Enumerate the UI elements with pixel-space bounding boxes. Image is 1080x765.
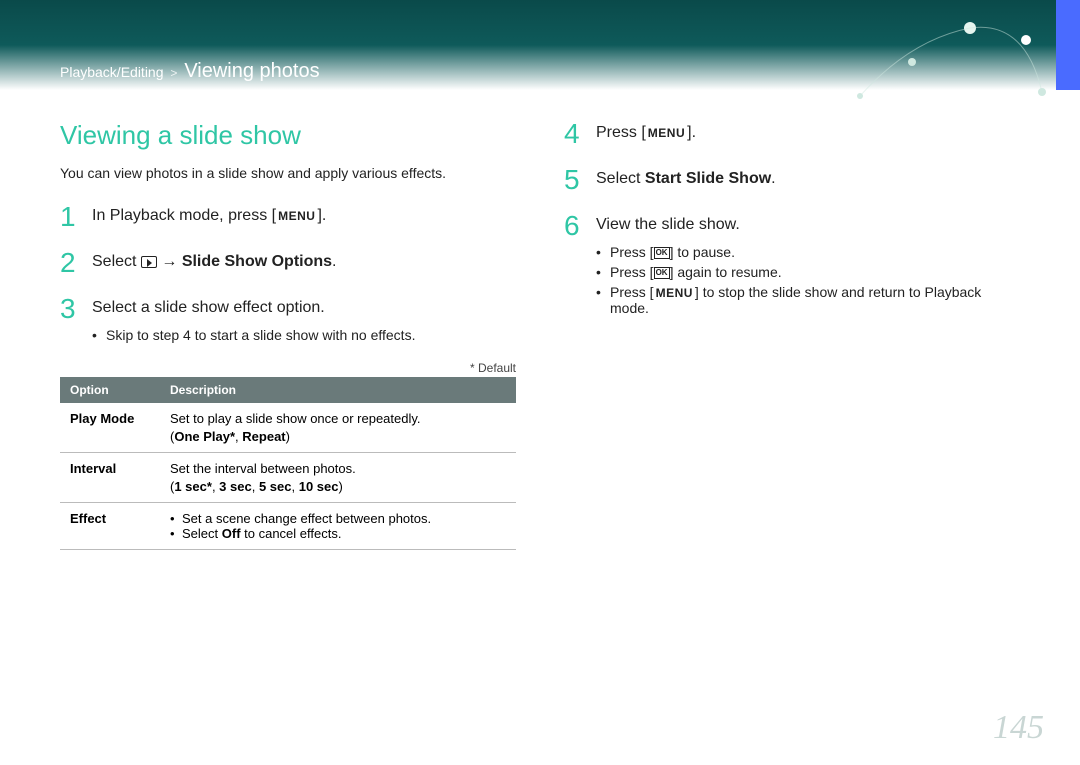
breadcrumb-section: Playback/Editing <box>60 64 164 80</box>
step-number: 1 <box>60 203 78 231</box>
step-body: Select Start Slide Show. <box>596 166 1020 188</box>
step-body: View the slide show. Press [OK] to pause… <box>596 212 1020 316</box>
step-6: 6 View the slide show. Press [OK] to pau… <box>564 212 1020 316</box>
table-header-description: Description <box>160 377 516 403</box>
right-column: 4 Press [MENU]. 5 Select Start Slide Sho… <box>564 120 1020 550</box>
intro-text: You can view photos in a slide show and … <box>60 165 516 181</box>
step-number: 2 <box>60 249 78 277</box>
options-table: Option Description Play Mode Set to play… <box>60 377 516 550</box>
table-row: Effect Set a scene change effect between… <box>60 503 516 550</box>
left-column: Viewing a slide show You can view photos… <box>60 120 516 550</box>
table-header-option: Option <box>60 377 160 403</box>
table-row: Interval Set the interval between photos… <box>60 453 516 503</box>
step-number: 5 <box>564 166 582 194</box>
breadcrumb-title: Viewing photos <box>184 60 319 82</box>
page-number: 145 <box>993 709 1044 747</box>
step-4: 4 Press [MENU]. <box>564 120 1020 148</box>
table-row: Play Mode Set to play a slide show once … <box>60 403 516 453</box>
step-3: 3 Select a slide show effect option. Ski… <box>60 295 516 343</box>
step-body: Press [MENU]. <box>596 120 1020 142</box>
step-body: Select → Slide Show Options. <box>92 249 516 271</box>
section-heading: Viewing a slide show <box>60 120 516 151</box>
step-body: In Playback mode, press [MENU]. <box>92 203 516 225</box>
menu-key-icon: MENU <box>646 126 687 140</box>
menu-key-icon: MENU <box>276 209 317 223</box>
step-body: Select a slide show effect option. Skip … <box>92 295 516 343</box>
default-note: * Default <box>60 361 516 375</box>
content: Viewing a slide show You can view photos… <box>60 120 1020 550</box>
breadcrumb: Playback/Editing > Viewing photos <box>60 60 320 83</box>
step-number: 6 <box>564 212 582 240</box>
menu-key-icon: MENU <box>654 286 695 300</box>
ok-key-icon: OK <box>654 247 670 259</box>
step-1: 1 In Playback mode, press [MENU]. <box>60 203 516 231</box>
play-icon <box>141 256 157 268</box>
chevron-right-icon: > <box>167 66 180 80</box>
step-number: 3 <box>60 295 78 323</box>
ok-key-icon: OK <box>654 267 670 279</box>
side-tab <box>1056 0 1080 90</box>
step-number: 4 <box>564 120 582 148</box>
step-2: 2 Select → Slide Show Options. <box>60 249 516 277</box>
step-5: 5 Select Start Slide Show. <box>564 166 1020 194</box>
